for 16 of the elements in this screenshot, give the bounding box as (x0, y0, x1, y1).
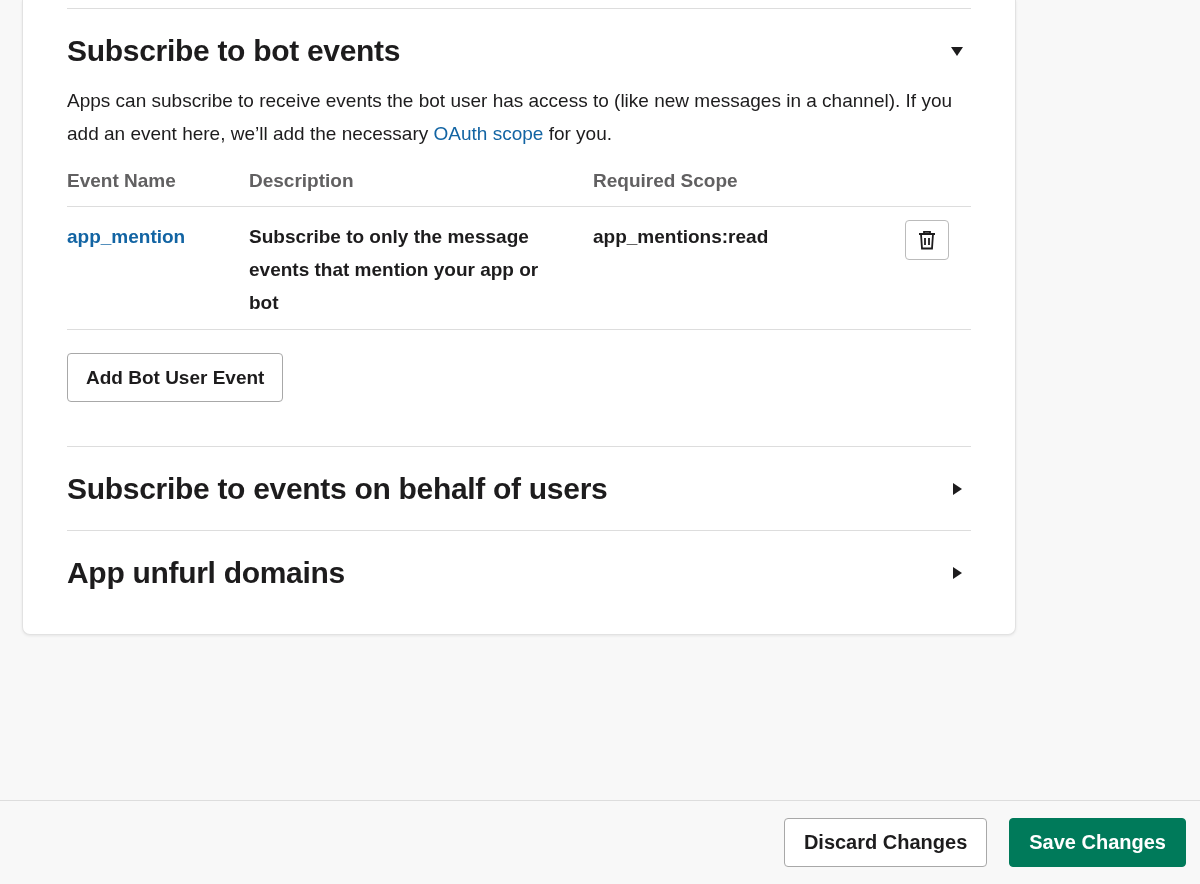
column-header: Event Name (67, 170, 177, 192)
event-name-link[interactable]: app_mention (67, 220, 186, 253)
section-title: App unfurl domains (67, 555, 345, 590)
section-title: Subscribe to events on behalf of users (67, 471, 608, 506)
oauth-scope-link[interactable]: OAuth scope (433, 123, 544, 144)
trash-icon (918, 230, 936, 250)
event-description: Subscribe to only the message events that mention your app or bot (249, 225, 540, 315)
column-header: Required Scope (593, 170, 739, 192)
delete-button[interactable] (905, 220, 949, 260)
discard-button[interactable]: Discard Changes (783, 818, 988, 867)
add-bot-user-event-button[interactable]: Add Bot User Event (67, 353, 284, 402)
required-scope: app_mentions:read (593, 225, 770, 249)
section-description: Apps can subscribe to receive events the bot user has access to (like new messages in a channel). If you add an event here, we’ll add the necessary OAuth scope for you. (67, 89, 954, 146)
section-title: Subscribe to bot events (67, 33, 401, 68)
save-button[interactable]: Save Changes (1009, 818, 1186, 867)
column-header: Description (249, 170, 355, 192)
